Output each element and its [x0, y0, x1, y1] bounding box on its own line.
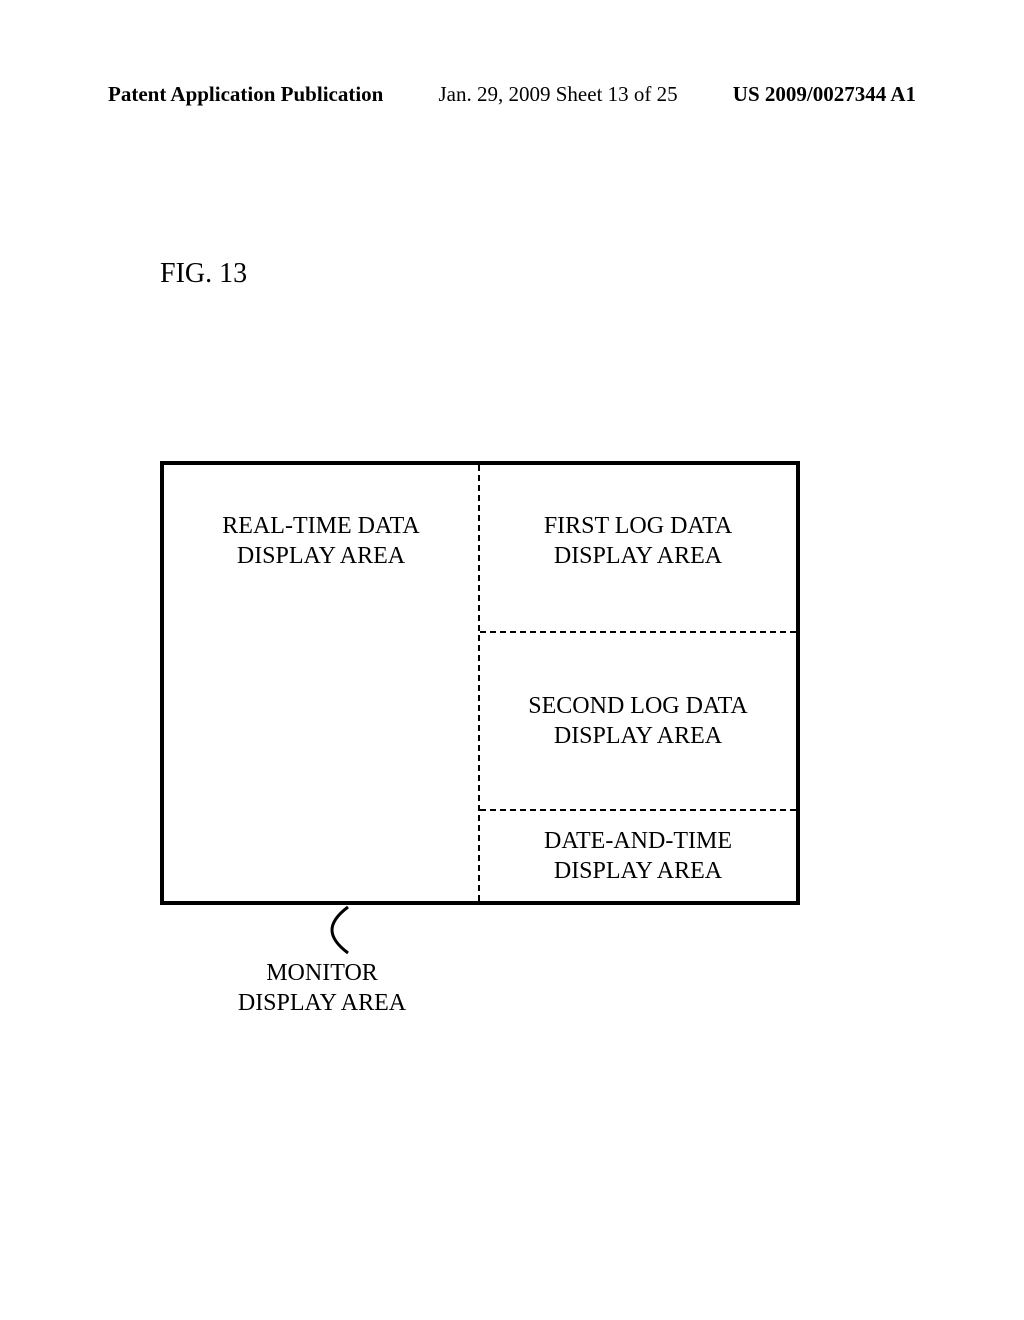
left-column: REAL-TIME DATA DISPLAY AREA [164, 465, 480, 901]
figure-label: FIG. 13 [160, 258, 247, 290]
page-header: Patent Application Publication Jan. 29, … [108, 82, 916, 107]
header-publication-type: Patent Application Publication [108, 82, 383, 107]
date-and-time-area-label: DATE-AND-TIME DISPLAY AREA [544, 826, 732, 886]
date-and-time-area: DATE-AND-TIME DISPLAY AREA [480, 811, 796, 901]
first-log-line2: DISPLAY AREA [554, 543, 722, 569]
monitor-line2: DISPLAY AREA [238, 990, 406, 1016]
first-log-line1: FIRST LOG DATA [544, 513, 732, 539]
leader-curve-icon [318, 905, 358, 955]
monitor-line1: MONITOR [266, 960, 378, 986]
first-log-data-area: FIRST LOG DATA DISPLAY AREA [480, 465, 796, 633]
header-publication-number: US 2009/0027344 A1 [733, 82, 916, 107]
real-time-data-area-label: REAL-TIME DATA DISPLAY AREA [164, 511, 478, 571]
second-log-line2: DISPLAY AREA [554, 723, 722, 749]
first-log-data-area-label: FIRST LOG DATA DISPLAY AREA [544, 511, 732, 571]
right-column: FIRST LOG DATA DISPLAY AREA SECOND LOG D… [480, 465, 796, 901]
monitor-display-area-box: REAL-TIME DATA DISPLAY AREA FIRST LOG DA… [160, 461, 800, 905]
monitor-display-area-label: MONITOR DISPLAY AREA [182, 958, 462, 1018]
real-time-line2: DISPLAY AREA [237, 543, 405, 569]
date-time-line1: DATE-AND-TIME [544, 828, 732, 854]
second-log-line1: SECOND LOG DATA [528, 693, 747, 719]
second-log-data-area-label: SECOND LOG DATA DISPLAY AREA [528, 691, 747, 751]
header-date-sheet: Jan. 29, 2009 Sheet 13 of 25 [439, 82, 678, 107]
real-time-line1: REAL-TIME DATA [222, 513, 419, 539]
second-log-data-area: SECOND LOG DATA DISPLAY AREA [480, 633, 796, 811]
date-time-line2: DISPLAY AREA [554, 858, 722, 884]
